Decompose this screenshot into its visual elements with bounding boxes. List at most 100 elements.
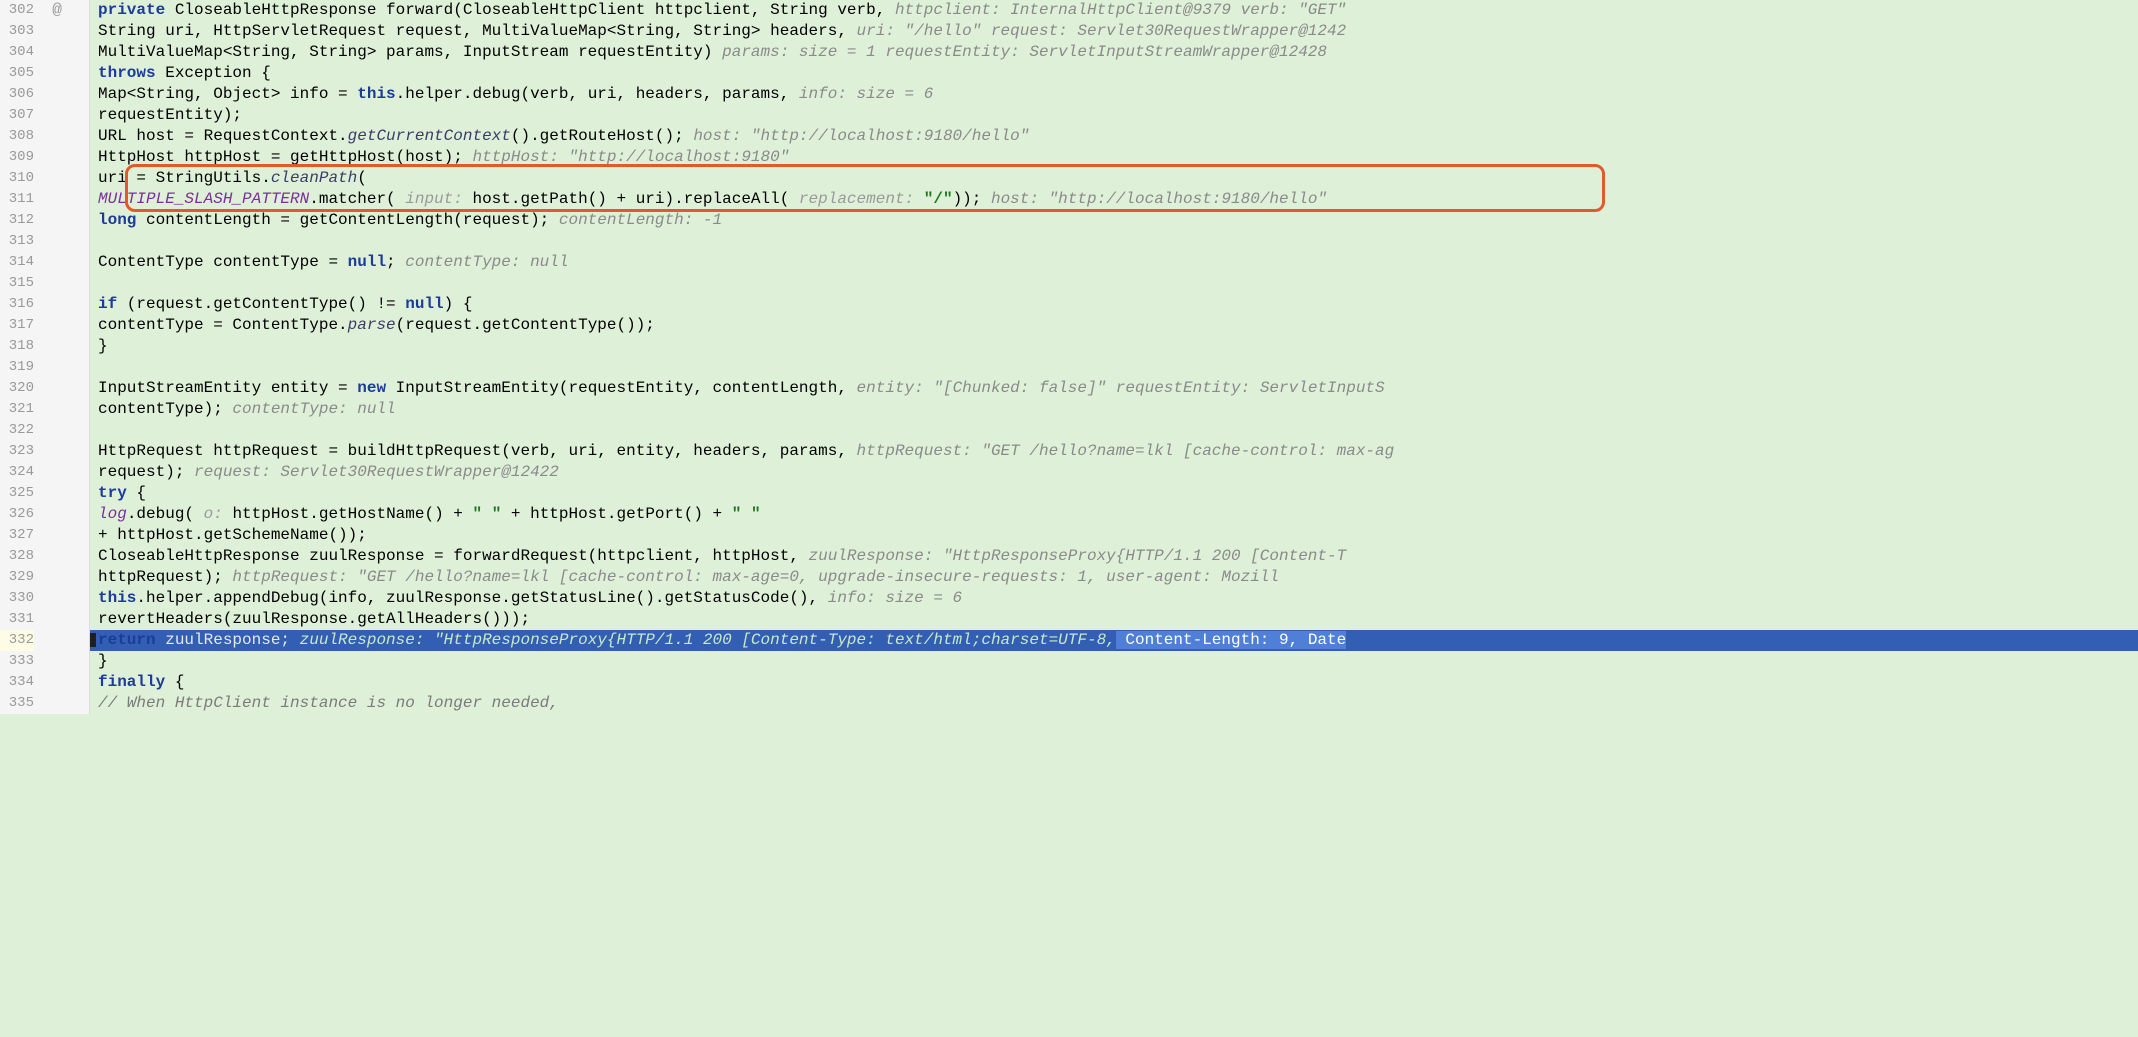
fold-cell[interactable] [72,441,89,462]
line-number[interactable]: 330 [0,588,34,609]
fold-cell[interactable] [72,504,89,525]
line-number[interactable]: 302 [0,0,34,21]
line-number[interactable]: 329 [0,567,34,588]
fold-cell[interactable] [72,126,89,147]
code-line[interactable]: MULTIPLE_SLASH_PATTERN.matcher( input: h… [90,189,2138,210]
code-line[interactable] [90,357,2138,378]
code-line[interactable]: // When HttpClient instance is no longer… [90,693,2138,714]
fold-cell[interactable] [72,651,89,672]
code-line[interactable]: httpRequest); httpRequest: "GET /hello?n… [90,567,2138,588]
code-line[interactable]: } [90,651,2138,672]
fold-cell[interactable] [72,693,89,714]
line-number[interactable]: 334 [0,672,34,693]
code-line[interactable]: } [90,336,2138,357]
code-line[interactable]: log.debug( o: httpHost.getHostName() + "… [90,504,2138,525]
code-line[interactable] [90,231,2138,252]
fold-cell[interactable] [72,231,89,252]
line-number[interactable]: 324 [0,462,34,483]
code-line[interactable]: if (request.getContentType() != null) { [90,294,2138,315]
line-number[interactable]: 327 [0,525,34,546]
fold-cell[interactable] [72,21,89,42]
code-line[interactable]: HttpHost httpHost = getHttpHost(host); h… [90,147,2138,168]
code-line[interactable]: + httpHost.getSchemeName()); [90,525,2138,546]
code-line[interactable]: revertHeaders(zuulResponse.getAllHeaders… [90,609,2138,630]
fold-cell[interactable] [72,483,89,504]
fold-cell[interactable] [72,378,89,399]
fold-cell[interactable] [72,105,89,126]
line-number[interactable]: 319 [0,357,34,378]
line-number[interactable]: 318 [0,336,34,357]
line-number[interactable]: 308 [0,126,34,147]
fold-cell[interactable] [72,84,89,105]
code-editor[interactable]: 3023033043053063073083093103113123133143… [0,0,2138,714]
code-line[interactable]: return zuulResponse; zuulResponse: "Http… [90,630,2138,651]
fold-cell[interactable] [72,525,89,546]
code-line[interactable] [90,273,2138,294]
code-line[interactable]: String uri, HttpServletRequest request, … [90,21,2138,42]
code-line[interactable]: this.helper.appendDebug(info, zuulRespon… [90,588,2138,609]
code-line[interactable]: throws Exception { [90,63,2138,84]
line-number[interactable]: 331 [0,609,34,630]
line-number[interactable]: 305 [0,63,34,84]
code-line[interactable]: requestEntity); [90,105,2138,126]
line-number[interactable]: 304 [0,42,34,63]
fold-cell[interactable] [72,42,89,63]
fold-cell[interactable] [72,168,89,189]
line-number[interactable]: 309 [0,147,34,168]
line-number[interactable]: 315 [0,273,34,294]
line-number[interactable]: 325 [0,483,34,504]
fold-cell[interactable] [72,0,89,21]
fold-cell[interactable] [72,672,89,693]
code-line[interactable]: uri = StringUtils.cleanPath( [90,168,2138,189]
code-line[interactable]: ContentType contentType = null; contentT… [90,252,2138,273]
line-number[interactable]: 332 [0,630,34,651]
code-line[interactable]: MultiValueMap<String, String> params, In… [90,42,2138,63]
line-number-gutter[interactable]: 3023033043053063073083093103113123133143… [0,0,42,714]
line-number[interactable]: 313 [0,231,34,252]
code-line[interactable]: request); request: Servlet30RequestWrapp… [90,462,2138,483]
code-line[interactable]: HttpRequest httpRequest = buildHttpReque… [90,441,2138,462]
code-line[interactable]: contentType = ContentType.parse(request.… [90,315,2138,336]
line-number[interactable]: 311 [0,189,34,210]
fold-cell[interactable] [72,630,89,651]
fold-cell[interactable] [72,63,89,84]
line-number[interactable]: 317 [0,315,34,336]
code-line[interactable]: long contentLength = getContentLength(re… [90,210,2138,231]
fold-cell[interactable] [72,147,89,168]
fold-cell[interactable] [72,252,89,273]
line-number[interactable]: 320 [0,378,34,399]
code-line[interactable]: CloseableHttpResponse zuulResponse = for… [90,546,2138,567]
line-number[interactable]: 328 [0,546,34,567]
code-line[interactable] [90,420,2138,441]
code-line[interactable]: URL host = RequestContext.getCurrentCont… [90,126,2138,147]
line-number[interactable]: 303 [0,21,34,42]
fold-cell[interactable] [72,567,89,588]
fold-cell[interactable] [72,273,89,294]
line-number[interactable]: 321 [0,399,34,420]
fold-gutter[interactable] [72,0,90,714]
line-number[interactable]: 306 [0,84,34,105]
line-number[interactable]: 312 [0,210,34,231]
code-line[interactable]: private CloseableHttpResponse forward(Cl… [90,0,2138,21]
code-line[interactable]: contentType); contentType: null [90,399,2138,420]
line-number[interactable]: 314 [0,252,34,273]
line-number[interactable]: 326 [0,504,34,525]
fold-cell[interactable] [72,189,89,210]
fold-cell[interactable] [72,546,89,567]
fold-cell[interactable] [72,294,89,315]
line-number[interactable]: 333 [0,651,34,672]
fold-cell[interactable] [72,336,89,357]
line-number[interactable]: 316 [0,294,34,315]
fold-cell[interactable] [72,420,89,441]
fold-cell[interactable] [72,210,89,231]
line-number[interactable]: 307 [0,105,34,126]
fold-cell[interactable] [72,315,89,336]
code-line[interactable]: try { [90,483,2138,504]
fold-cell[interactable] [72,609,89,630]
fold-cell[interactable] [72,462,89,483]
fold-cell[interactable] [72,588,89,609]
fold-cell[interactable] [72,399,89,420]
line-number[interactable]: 322 [0,420,34,441]
fold-cell[interactable] [72,357,89,378]
line-number[interactable]: 335 [0,693,34,714]
